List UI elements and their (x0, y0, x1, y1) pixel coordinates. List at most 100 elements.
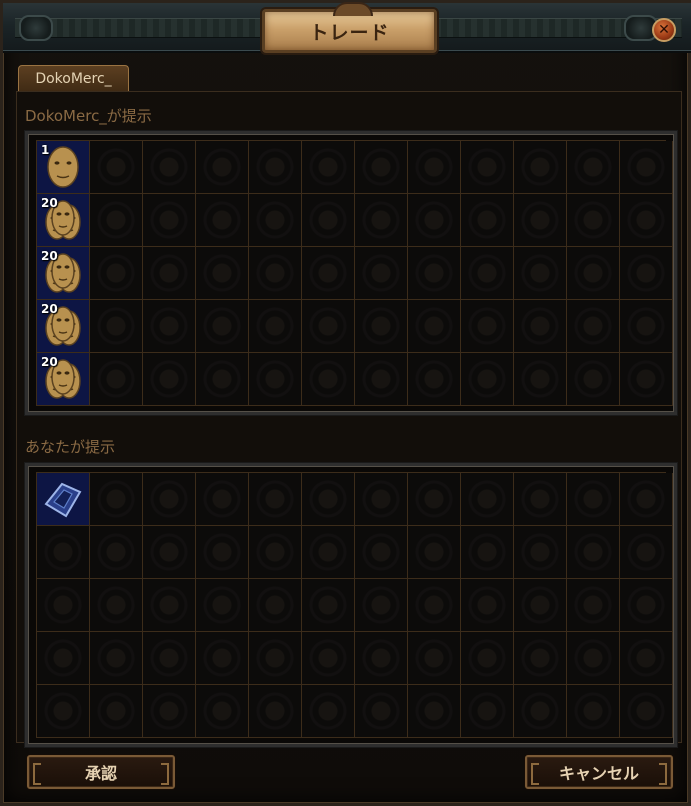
their-grid-cell[interactable] (408, 141, 461, 194)
your-grid-cell[interactable] (355, 579, 408, 632)
their-grid-cell[interactable] (620, 194, 673, 247)
their-grid-cell[interactable] (355, 353, 408, 406)
their-grid-cell[interactable] (408, 194, 461, 247)
their-grid-cell[interactable] (567, 141, 620, 194)
their-grid-cell[interactable] (567, 194, 620, 247)
cancel-button[interactable]: キャンセル (525, 755, 673, 789)
your-grid-cell[interactable] (90, 473, 143, 526)
your-grid-cell[interactable] (37, 579, 90, 632)
their-grid-cell[interactable] (514, 300, 567, 353)
their-grid-cell[interactable] (90, 194, 143, 247)
their-grid-cell[interactable] (620, 247, 673, 300)
your-grid-cell[interactable] (37, 685, 90, 738)
their-grid-cell[interactable] (90, 141, 143, 194)
their-grid-cell[interactable] (620, 353, 673, 406)
their-grid-cell[interactable] (302, 247, 355, 300)
their-grid-cell[interactable] (514, 194, 567, 247)
your-grid-cell[interactable] (249, 579, 302, 632)
your-grid-cell[interactable] (567, 473, 620, 526)
their-grid-cell[interactable] (408, 353, 461, 406)
their-grid-cell[interactable] (567, 300, 620, 353)
your-grid-cell[interactable] (567, 632, 620, 685)
their-grid-cell[interactable] (196, 300, 249, 353)
your-grid-cell[interactable] (37, 632, 90, 685)
your-grid-cell[interactable] (143, 685, 196, 738)
your-grid-cell[interactable] (355, 632, 408, 685)
their-grid-cell[interactable] (567, 353, 620, 406)
their-grid-cell[interactable]: 20 (37, 300, 90, 353)
your-grid-cell[interactable] (37, 526, 90, 579)
tab-dokomerc[interactable]: DokoMerc_ (18, 65, 129, 92)
your-grid-cell[interactable] (196, 526, 249, 579)
your-grid-cell[interactable] (408, 632, 461, 685)
your-grid-cell[interactable] (355, 685, 408, 738)
their-grid-cell[interactable] (249, 300, 302, 353)
your-grid-cell[interactable] (408, 526, 461, 579)
your-grid-cell[interactable] (408, 685, 461, 738)
their-grid-cell[interactable] (355, 300, 408, 353)
their-grid-cell[interactable] (355, 247, 408, 300)
their-grid-cell[interactable] (620, 300, 673, 353)
their-grid-cell[interactable] (514, 141, 567, 194)
their-grid-cell[interactable] (620, 141, 673, 194)
your-grid-cell[interactable] (461, 632, 514, 685)
their-grid-cell[interactable] (196, 194, 249, 247)
their-grid-cell[interactable]: 20 (37, 194, 90, 247)
their-grid-cell[interactable] (461, 194, 514, 247)
their-grid-cell[interactable] (196, 141, 249, 194)
your-grid-cell[interactable] (90, 685, 143, 738)
your-grid-cell[interactable] (620, 632, 673, 685)
their-grid-cell[interactable]: 20 (37, 353, 90, 406)
their-grid-cell[interactable] (461, 300, 514, 353)
your-grid-cell[interactable] (620, 526, 673, 579)
your-grid-cell[interactable] (196, 685, 249, 738)
your-grid-cell[interactable] (196, 473, 249, 526)
your-grid-cell[interactable] (567, 685, 620, 738)
their-grid-cell[interactable] (90, 300, 143, 353)
your-grid-cell[interactable] (143, 526, 196, 579)
your-grid-cell[interactable] (90, 526, 143, 579)
your-grid-cell[interactable] (355, 526, 408, 579)
your-grid-cell[interactable] (355, 473, 408, 526)
your-grid-cell[interactable] (408, 473, 461, 526)
their-grid-cell[interactable] (567, 247, 620, 300)
your-grid-cell[interactable] (514, 473, 567, 526)
your-grid-cell[interactable] (567, 579, 620, 632)
their-grid-cell[interactable] (249, 247, 302, 300)
your-grid-cell[interactable] (461, 473, 514, 526)
their-grid-cell[interactable] (355, 141, 408, 194)
their-grid-cell[interactable] (355, 194, 408, 247)
their-grid-cell[interactable] (461, 141, 514, 194)
your-grid-cell[interactable] (37, 473, 90, 526)
your-grid-cell[interactable] (143, 579, 196, 632)
their-grid-cell[interactable] (143, 194, 196, 247)
their-grid-cell[interactable] (302, 141, 355, 194)
their-grid-cell[interactable] (249, 353, 302, 406)
your-grid-cell[interactable] (514, 579, 567, 632)
their-grid-cell[interactable] (143, 141, 196, 194)
their-grid-cell[interactable] (143, 247, 196, 300)
accept-button[interactable]: 承認 (27, 755, 175, 789)
your-grid-cell[interactable] (302, 685, 355, 738)
their-grid-cell[interactable] (514, 353, 567, 406)
your-grid-cell[interactable] (620, 685, 673, 738)
your-grid-cell[interactable] (249, 632, 302, 685)
your-grid-cell[interactable] (249, 685, 302, 738)
their-grid-cell[interactable] (196, 353, 249, 406)
your-grid-cell[interactable] (514, 632, 567, 685)
their-grid-cell[interactable]: 20 (37, 247, 90, 300)
their-grid-cell[interactable] (90, 247, 143, 300)
your-grid-cell[interactable] (302, 579, 355, 632)
your-grid-cell[interactable] (196, 579, 249, 632)
your-grid-cell[interactable] (90, 579, 143, 632)
their-grid-cell[interactable] (302, 353, 355, 406)
their-grid-cell[interactable] (143, 300, 196, 353)
your-grid-cell[interactable] (514, 685, 567, 738)
their-grid-cell[interactable] (408, 247, 461, 300)
your-grid-cell[interactable] (90, 632, 143, 685)
their-grid-cell[interactable] (302, 300, 355, 353)
their-grid-cell[interactable] (408, 300, 461, 353)
your-grid-cell[interactable] (302, 473, 355, 526)
their-grid-cell[interactable] (302, 194, 355, 247)
close-button[interactable]: ✕ (652, 18, 676, 42)
